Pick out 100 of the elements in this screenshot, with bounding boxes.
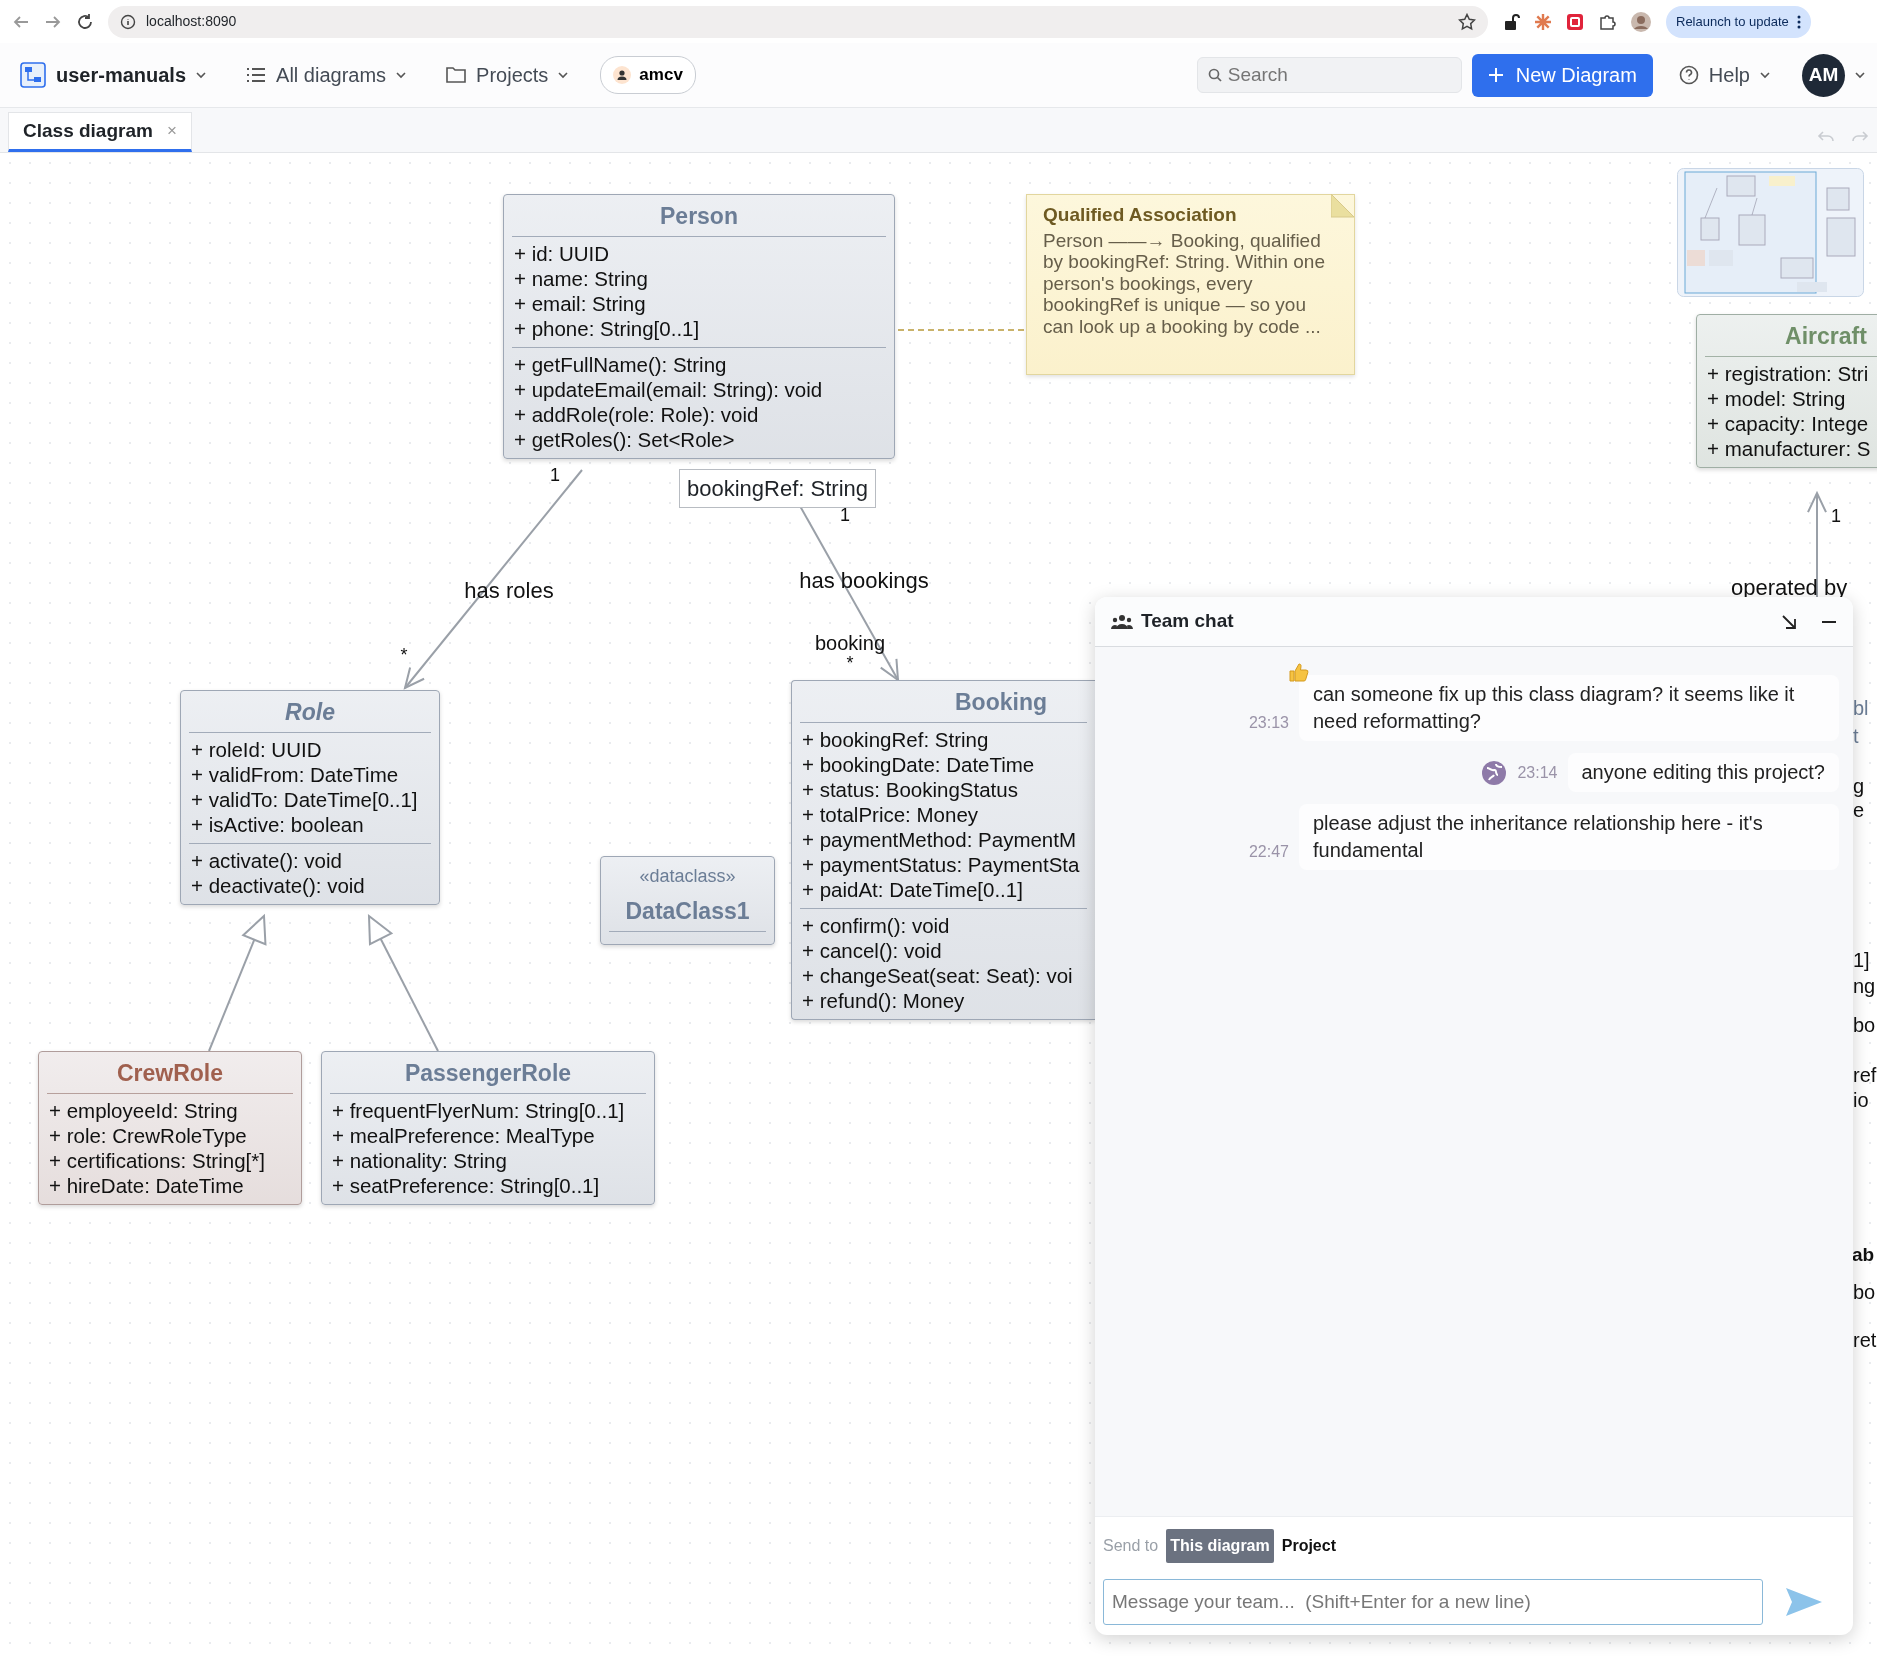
- method-text: + refund(): Money: [802, 987, 966, 1013]
- attribute-text: + email: String: [514, 290, 647, 316]
- note-card[interactable]: Qualified Association Person ——→ Booking, qualified by bookingRef: String. Within one person's bookings, every bookingRef is unique — so you can look up a booking by code ...: [1026, 194, 1355, 375]
- attribute-text: + id: UUID: [514, 240, 611, 266]
- method-text: + cancel(): void: [802, 937, 943, 963]
- send-to-label: Send to: [1103, 1536, 1159, 1556]
- search-field[interactable]: Search: [1196, 57, 1462, 93]
- attribute-text: + manufacturer: S: [1707, 435, 1872, 461]
- list-icon: [246, 65, 267, 85]
- send-target-option[interactable]: Project: [1277, 1529, 1340, 1563]
- attribute-text: + phone: String[0..1]: [514, 315, 701, 341]
- clipped-text: e: [1853, 798, 1865, 823]
- attribute-text: + role: CrewRoleType: [49, 1122, 248, 1148]
- message-time: 23:14: [1517, 762, 1558, 783]
- info-icon: [120, 13, 136, 30]
- class-name: PassengerRole: [403, 1059, 573, 1088]
- profile-icon[interactable]: [1630, 10, 1652, 33]
- attribute-text: + registration: Stri: [1707, 360, 1870, 386]
- multiplicity-label: 1: [550, 463, 560, 487]
- relaunch-button[interactable]: Relaunch to update: [1666, 5, 1811, 38]
- clipped-text: io: [1853, 1088, 1869, 1113]
- attribute-text: + employeeId: String: [49, 1097, 239, 1123]
- attribute-text: + bookingDate: DateTime: [802, 751, 1036, 777]
- caret-icon: [1760, 71, 1770, 79]
- people-icon: [1111, 613, 1133, 630]
- message-text: anyone editing this project?: [1567, 753, 1839, 792]
- class-name: Role: [284, 698, 336, 727]
- url-text: localhost:8090: [146, 12, 237, 31]
- method-text: + getFullName(): String: [514, 351, 728, 377]
- clipped-text: ng: [1853, 974, 1876, 999]
- avatar[interactable]: AM: [1802, 53, 1845, 97]
- method-text: + getRoles(): Set<Role>: [514, 426, 736, 452]
- qualifier-label: bookingRef: String: [679, 469, 876, 508]
- caret-icon: [558, 71, 569, 79]
- method-text: + deactivate(): void: [191, 872, 366, 898]
- attribute-text: + bookingRef: String: [802, 726, 990, 752]
- note-text: Person ——→ Booking, qualified by bookingRef: String. Within one person's bookings, every bookingRef is unique — so you can look up a booking by code ...: [1043, 229, 1326, 337]
- class-box[interactable]: Person + id: UUID + name: String + email: String + phone: String[0..1] + getFullName(): String + updateEmail(email: String): void + addRole(role: Role): void + getRoles(): Set<Role>: [503, 194, 895, 459]
- class-box[interactable]: Role + roleId: UUID + validFrom: DateTime + validTo: DateTime[0..1] + isActive: boolean + activate(): void + deactivate(): void: [180, 690, 440, 905]
- user-chip[interactable]: amcv: [600, 56, 696, 94]
- association-label: has bookings: [799, 566, 929, 595]
- help-icon: [1678, 65, 1699, 85]
- nav-menu[interactable]: Projects: [438, 56, 577, 94]
- caret-icon: [196, 71, 207, 79]
- puzzle-icon[interactable]: [1598, 12, 1616, 31]
- diagram-logo-icon: [20, 62, 46, 88]
- help-menu[interactable]: Help: [1670, 56, 1778, 94]
- class-box[interactable]: PassengerRole + frequentFlyerNum: String[0..1] + mealPreference: MealType + nationality: String + seatPreference: String[0..1]: [321, 1051, 655, 1205]
- note-title: Qualified Association: [1043, 203, 1238, 227]
- class-name: Aircraft: [1784, 322, 1868, 351]
- class-name: Person: [659, 202, 739, 231]
- attribute-text: + isActive: boolean: [191, 811, 365, 837]
- send-target-option[interactable]: This diagram: [1166, 1529, 1274, 1563]
- attribute-text: + certifications: String[*]: [49, 1147, 266, 1173]
- thumbs-up-icon[interactable]: [1287, 661, 1309, 683]
- clipped-text: bo: [1853, 1280, 1876, 1305]
- attribute-text: + paymentStatus: PaymentSta: [802, 851, 1081, 877]
- clipped-text: ab: [1852, 1243, 1875, 1267]
- new-diagram-button[interactable]: New Diagram: [1471, 53, 1653, 97]
- message-input[interactable]: Message your team... (Shift+Enter for a new line): [1103, 1579, 1763, 1625]
- class-name: Booking: [954, 688, 1048, 717]
- attribute-text: + validFrom: DateTime: [191, 761, 400, 787]
- reload-icon[interactable]: [76, 12, 94, 31]
- multiplicity-label: 1: [1831, 504, 1841, 528]
- attribute-text: + totalPrice: Money: [802, 801, 980, 827]
- user-icon: [613, 66, 632, 84]
- nav-menu[interactable]: All diagrams: [238, 56, 415, 94]
- class-name: DataClass1: [624, 897, 751, 926]
- association-label: has roles: [464, 576, 554, 605]
- stereotype-label: «dataclass»: [638, 865, 737, 888]
- star-icon[interactable]: [1458, 12, 1476, 31]
- send-icon: [1785, 1587, 1823, 1617]
- class-name: CrewRole: [115, 1059, 225, 1088]
- folder-icon: [446, 65, 467, 85]
- address-bar[interactable]: localhost:8090: [108, 5, 1488, 38]
- attribute-text: + nationality: String: [332, 1147, 508, 1173]
- class-box[interactable]: Aircraft + registration: Stri + model: String + capacity: Intege + manufacturer: S: [1696, 314, 1877, 468]
- asterisk-icon[interactable]: [1534, 12, 1552, 31]
- lock-icon[interactable]: [1502, 12, 1520, 31]
- class-box[interactable]: «dataclass» DataClass1: [600, 856, 775, 945]
- class-box[interactable]: CrewRole + employeeId: String + role: CrewRoleType + certifications: String[*] + hireDate: DateTime: [38, 1051, 302, 1205]
- attribute-text: + roleId: UUID: [191, 736, 323, 762]
- message-text: please adjust the inheritance relationship here - it's fundamental: [1299, 804, 1839, 870]
- clipped-text: 1]: [1853, 948, 1870, 973]
- caret-icon[interactable]: [1855, 71, 1865, 79]
- globe-avatar-icon: [1481, 759, 1508, 786]
- method-text: + updateEmail(email: String): void: [514, 376, 824, 402]
- class-box[interactable]: [791, 680, 1095, 1020]
- attribute-text: + mealPreference: MealType: [332, 1122, 596, 1148]
- message-time: 23:13: [1248, 713, 1289, 733]
- extension-icon[interactable]: [1566, 12, 1584, 31]
- clipped-text: ref: [1853, 1063, 1877, 1088]
- clipped-text: bl: [1853, 696, 1869, 721]
- method-text: + changeSeat(seat: Seat): voi: [802, 962, 1074, 988]
- project-menu[interactable]: user-manuals: [12, 56, 215, 94]
- collapse-icon[interactable]: [1781, 613, 1797, 630]
- clipped-text: ret: [1853, 1328, 1877, 1353]
- method-text: + activate(): void: [191, 847, 343, 873]
- diagram-tab[interactable]: Class diagram ×: [8, 112, 192, 152]
- method-text: + addRole(role: Role): void: [514, 401, 760, 427]
